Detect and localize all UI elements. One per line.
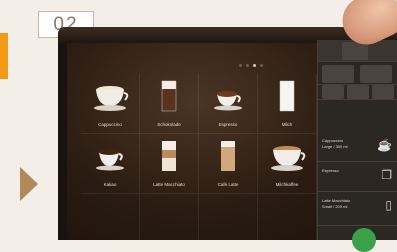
drink-label: Espresso	[218, 122, 238, 127]
recent-item[interactable]: Espresso ❐	[318, 162, 397, 192]
milk-glass-icon	[279, 80, 295, 112]
glass-icon: ❐	[381, 168, 392, 182]
quick-button[interactable]	[322, 65, 354, 83]
recent-item[interactable]: Cappuccino Large / 300 ml ☕	[318, 132, 397, 162]
drink-label: Café Latte	[217, 182, 239, 187]
empty-tile	[258, 194, 317, 240]
chocolate-glass-icon	[161, 80, 177, 112]
start-button[interactable]	[352, 228, 376, 252]
quick-button[interactable]	[322, 85, 344, 99]
page-dot[interactable]	[246, 64, 249, 67]
quick-button[interactable]	[347, 85, 369, 99]
cocoa-cup-icon	[96, 149, 124, 171]
drink-label: Latte Macchiato	[153, 182, 185, 187]
empty-tile	[81, 194, 140, 240]
cappuccino-cup-icon	[94, 86, 129, 111]
left-panel	[8, 0, 34, 240]
drink-tile-milch[interactable]: Milch	[258, 74, 317, 134]
recent-item-title: Latte Macchiato	[322, 198, 351, 203]
drink-grid: Cappuccino Schokolade Espresso Milch Kak…	[81, 74, 317, 240]
drink-tile-cafe-latte[interactable]: Café Latte	[199, 134, 258, 194]
drink-label: Kakao	[103, 182, 117, 187]
page-dot[interactable]	[260, 64, 263, 67]
sidebar-icons-row	[318, 85, 397, 100]
next-arrow-icon	[20, 167, 38, 201]
page-dot[interactable]	[239, 64, 242, 67]
drink-tile-latte-macchiato[interactable]: Latte Macchiato	[140, 134, 199, 194]
drink-tile-schokolade[interactable]: Schokolade	[140, 74, 199, 134]
espresso-cup-icon	[214, 91, 242, 111]
drink-tile-espresso[interactable]: Espresso	[199, 74, 258, 134]
recent-item-title: Cappuccino	[322, 138, 344, 143]
drink-label: Schokolade	[157, 122, 181, 127]
recent-item-sub: Large / 300 ml	[322, 144, 348, 149]
sidebar-panel: Cappuccino Large / 300 ml ☕ Espresso ❐ La…	[317, 40, 397, 240]
drink-label: Milch	[281, 122, 293, 127]
quick-button[interactable]	[360, 65, 392, 83]
recent-item-sub: Small / 200 ml	[322, 204, 348, 209]
cup-icon: ☕	[377, 138, 392, 152]
recent-item[interactable]: Latte Macchiato Small / 200 ml ▯	[318, 192, 397, 226]
empty-tile	[199, 194, 258, 240]
drink-tile-milchkaffee[interactable]: Milchkaffee	[258, 134, 317, 194]
sidebar-row	[318, 62, 397, 85]
drink-label: Cappuccino	[98, 122, 122, 127]
milchkaffee-cup-icon	[271, 146, 306, 171]
page-dot-active[interactable]	[253, 64, 256, 67]
recent-item-title: Espresso	[322, 168, 339, 173]
cafe-latte-glass-icon	[221, 141, 235, 171]
drink-label: Milchkaffee	[275, 182, 299, 187]
latte-macchiato-glass-icon	[162, 141, 176, 171]
orange-accent-bar	[0, 33, 8, 79]
quick-button[interactable]	[372, 85, 394, 99]
drink-tile-cappuccino[interactable]: Cappuccino	[81, 74, 140, 134]
empty-tile	[140, 194, 199, 240]
page-indicator	[239, 64, 263, 67]
glass-icon: ▯	[385, 198, 392, 212]
drink-tile-kakao[interactable]: Kakao	[81, 134, 140, 194]
